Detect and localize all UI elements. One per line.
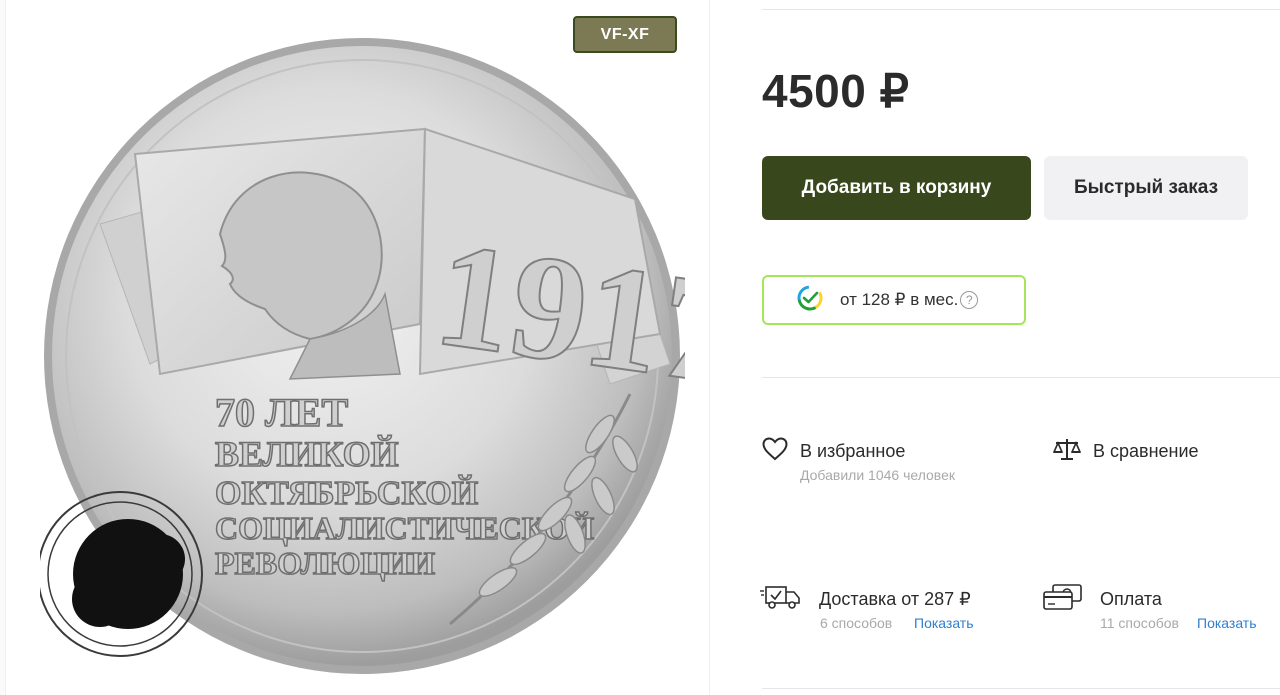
payment-label: Оплата xyxy=(1100,589,1162,609)
installment-widget[interactable]: от 128 ₽ в мес. ? xyxy=(762,275,1026,325)
product-gallery[interactable]: 1917 70 ЛЕТ ВЕЛИКОЙ ОКТЯБРЬСКОЙ СОЦИАЛИС… xyxy=(0,0,710,695)
gallery-edge xyxy=(0,0,6,695)
coin-illustration: 1917 70 ЛЕТ ВЕЛИКОЙ ОКТЯБРЬСКОЙ СОЦИАЛИС… xyxy=(40,38,685,674)
coin-line-3: ОКТЯБРЬСКОЙ xyxy=(215,475,478,512)
payment-card-icon xyxy=(1043,583,1083,616)
add-to-cart-button[interactable]: Добавить в корзину xyxy=(762,156,1031,220)
scales-icon xyxy=(1052,437,1082,466)
help-icon[interactable]: ? xyxy=(960,291,979,309)
bottom-divider xyxy=(762,688,1280,689)
favorites-label: В избранное xyxy=(800,441,906,461)
installment-text: от 128 ₽ в мес. xyxy=(840,290,959,309)
coin-line-2: ВЕЛИКОЙ xyxy=(215,434,399,474)
compare-label: В сравнение xyxy=(1093,441,1199,461)
middle-divider xyxy=(762,377,1280,378)
grade-badge: VF-XF xyxy=(573,16,677,53)
payment-show-link[interactable]: Показать xyxy=(1197,615,1257,631)
delivery-truck-icon xyxy=(760,583,802,616)
price: 4500 ₽ xyxy=(762,65,910,117)
delivery-label: Доставка от 287 ₽ xyxy=(819,589,971,609)
top-divider xyxy=(762,9,1280,10)
product-page: 1917 70 ЛЕТ ВЕЛИКОЙ ОКТЯБРЬСКОЙ СОЦИАЛИС… xyxy=(0,0,1280,695)
quick-order-button[interactable]: Быстрый заказ xyxy=(1044,156,1248,220)
delivery-methods-count: 6 способов xyxy=(820,615,893,631)
compare-button[interactable]: В сравнение xyxy=(1052,437,1199,466)
coin-line-5: РЕВОЛЮЦИИ xyxy=(215,545,435,581)
payment-methods-count: 11 способов xyxy=(1100,615,1179,631)
heart-icon xyxy=(762,437,788,466)
coin-image[interactable]: 1917 70 ЛЕТ ВЕЛИКОЙ ОКТЯБРЬСКОЙ СОЦИАЛИС… xyxy=(40,34,685,679)
favorites-button[interactable]: В избранное xyxy=(762,437,905,466)
sber-logo-icon xyxy=(796,284,824,317)
favorites-count: Добавили 1046 человек xyxy=(800,467,955,483)
coin-line-1: 70 ЛЕТ xyxy=(215,390,348,435)
payment-info[interactable]: Оплата xyxy=(1043,583,1162,616)
delivery-show-link[interactable]: Показать xyxy=(914,615,974,631)
delivery-info[interactable]: Доставка от 287 ₽ xyxy=(760,583,971,616)
